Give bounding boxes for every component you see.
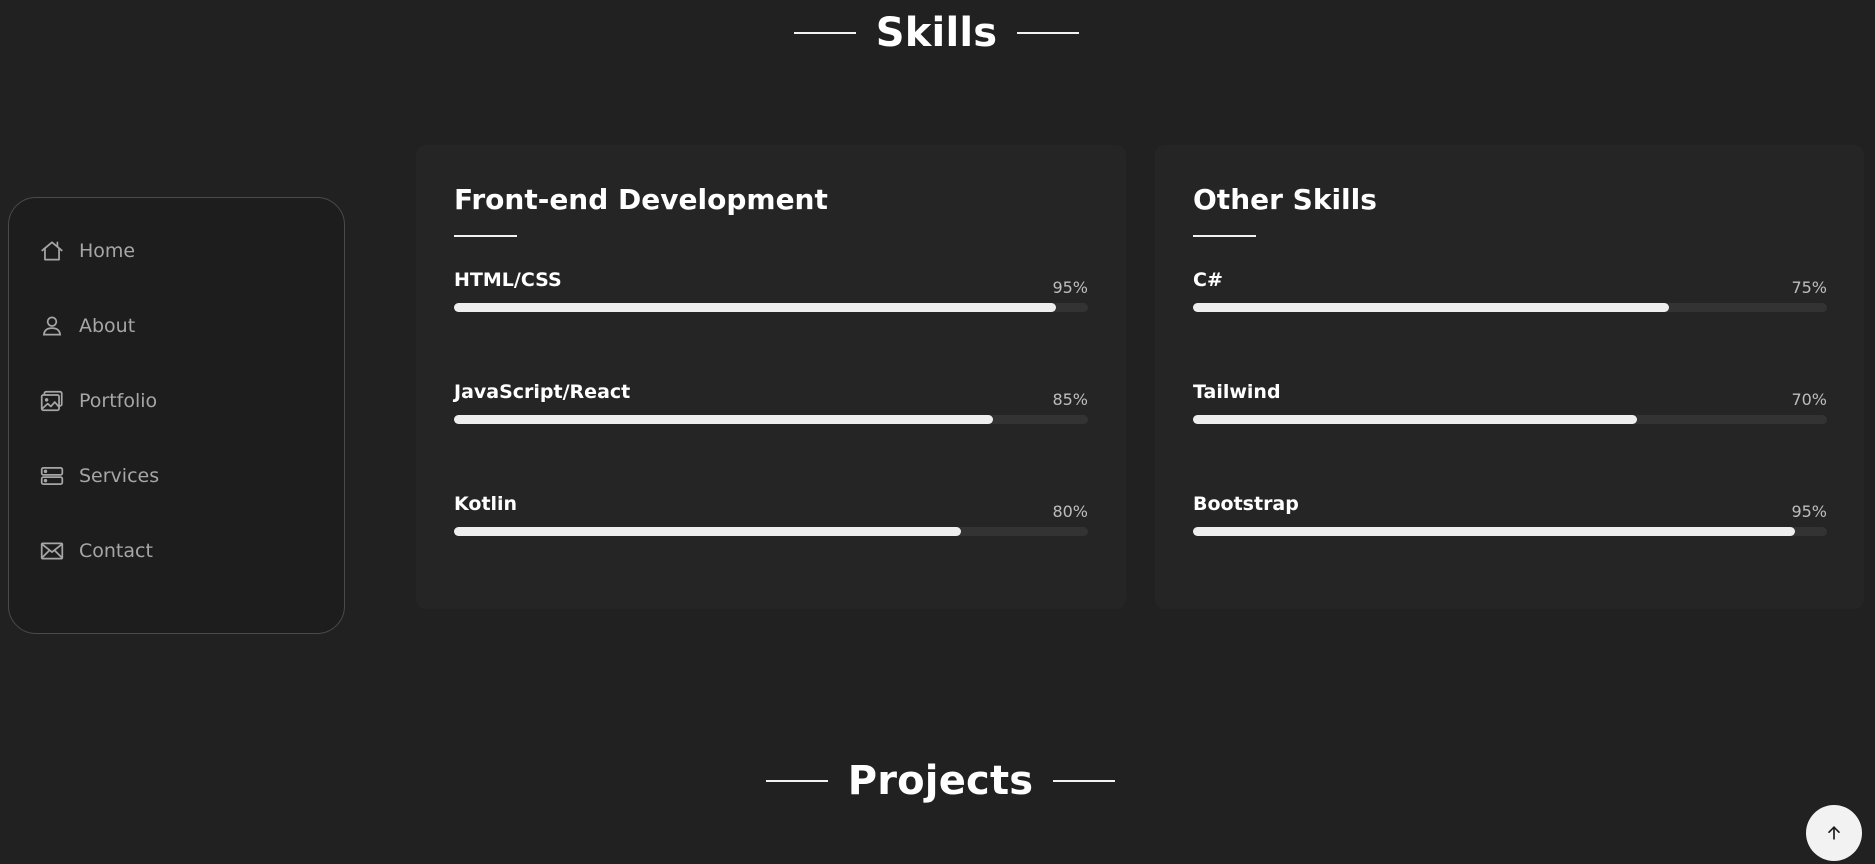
skill-progress-fill [1193, 415, 1637, 424]
skill-percent: 95% [1791, 502, 1827, 521]
other-skills-card: Other Skills C# 75% Tailwind 70% Bootstr… [1155, 145, 1864, 609]
arrow-up-icon [1824, 823, 1844, 843]
skill-name: Tailwind [1193, 381, 1281, 403]
skill-name: JavaScript/React [454, 381, 631, 403]
skill-progress-fill [454, 415, 993, 424]
skill-percent: 85% [1052, 390, 1088, 409]
nav-item-contact[interactable]: Contact [39, 538, 153, 564]
user-icon [39, 313, 65, 339]
skills-heading: Skills [875, 10, 998, 56]
nav-label-contact: Contact [79, 540, 153, 562]
skills-section-title: Skills [0, 10, 1874, 56]
skill-name: C# [1193, 269, 1223, 291]
skill-name: HTML/CSS [454, 269, 562, 291]
nav-item-about[interactable]: About [39, 313, 135, 339]
image-icon [39, 388, 65, 414]
title-line-right [1053, 780, 1116, 782]
nav-label-about: About [79, 315, 136, 337]
projects-section-title: Projects [3, 758, 1875, 804]
nav-item-home[interactable]: Home [39, 238, 135, 264]
skill-progress-track [1193, 527, 1827, 536]
home-icon [39, 238, 65, 264]
back-to-top-button[interactable] [1806, 805, 1862, 861]
skill-progress-fill [1193, 527, 1796, 536]
skill-percent: 80% [1052, 502, 1088, 521]
skill-percent: 70% [1791, 390, 1827, 409]
card-title: Front-end Development [454, 183, 828, 216]
projects-heading: Projects [847, 758, 1034, 804]
skill-progress-fill [1193, 303, 1669, 312]
card-title-underline [454, 235, 517, 237]
skill-progress-track [1193, 303, 1827, 312]
nav-label-portfolio: Portfolio [79, 390, 158, 412]
sidebar-nav: Home About Portfolio Services Contact [8, 197, 345, 634]
card-title-underline [1193, 235, 1256, 237]
card-title: Other Skills [1193, 183, 1377, 216]
skill-progress-track [454, 415, 1088, 424]
server-icon [39, 463, 65, 489]
nav-item-portfolio[interactable]: Portfolio [39, 388, 157, 414]
mail-icon [39, 538, 65, 564]
skill-progress-track [1193, 415, 1827, 424]
frontend-skills-card: Front-end Development HTML/CSS 95% JavaS… [416, 145, 1126, 609]
nav-item-services[interactable]: Services [39, 463, 159, 489]
skill-name: Bootstrap [1193, 493, 1299, 515]
title-line-left [793, 32, 856, 34]
skill-progress-fill [454, 303, 1057, 312]
skill-name: Kotlin [454, 493, 518, 515]
skill-percent: 95% [1052, 278, 1088, 297]
title-line-left [765, 780, 828, 782]
skill-progress-track [454, 303, 1088, 312]
nav-label-home: Home [79, 240, 136, 262]
skill-percent: 75% [1791, 278, 1827, 297]
nav-label-services: Services [79, 465, 160, 487]
title-line-right [1017, 32, 1080, 34]
skill-progress-track [454, 527, 1088, 536]
skill-progress-fill [454, 527, 962, 536]
